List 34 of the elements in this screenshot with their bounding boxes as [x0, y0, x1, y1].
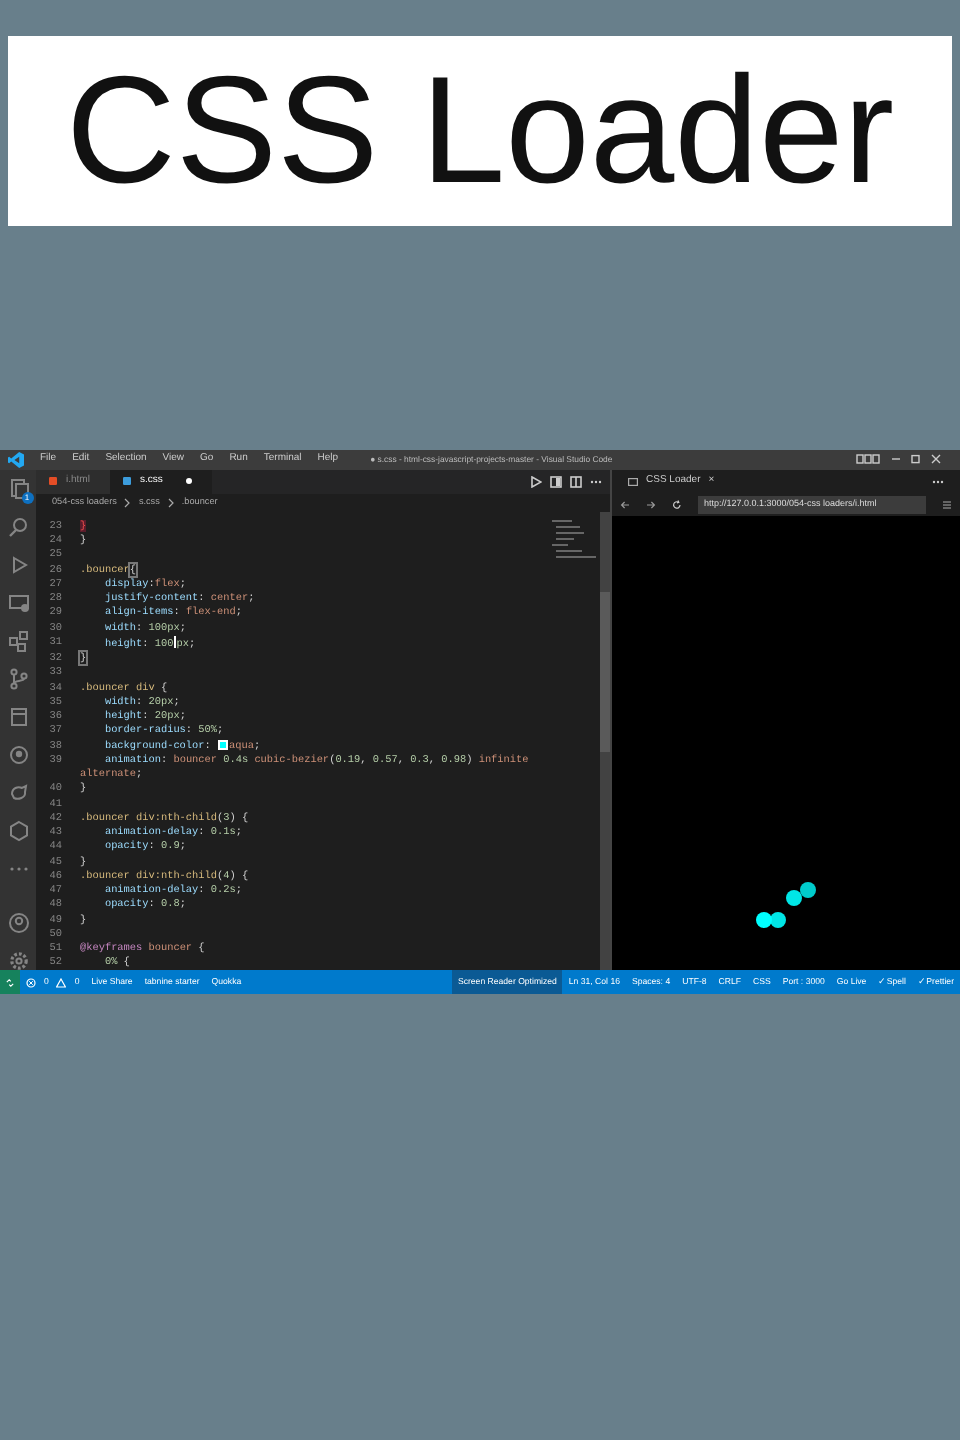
css-file-icon: [121, 476, 132, 487]
forward-icon[interactable]: [646, 499, 656, 510]
settings-icon[interactable]: [7, 949, 29, 972]
window-controls-icon[interactable]: [888, 454, 944, 465]
back-icon[interactable]: [620, 499, 630, 510]
minimap: [552, 519, 596, 560]
app-logo-icon: [8, 451, 24, 468]
files-icon[interactable]: [7, 477, 29, 500]
scrollbar-thumb[interactable]: [600, 591, 610, 752]
remote-icon: [6, 977, 14, 988]
html-file-icon: [48, 476, 58, 487]
split-editor-icon[interactable]: [570, 475, 582, 488]
error-icon: [26, 977, 36, 988]
hexagon-icon[interactable]: [7, 819, 29, 842]
remote-button[interactable]: [0, 970, 20, 994]
run-icon[interactable]: [530, 475, 542, 488]
page-icon: [628, 477, 638, 486]
more-icon[interactable]: [932, 479, 944, 484]
unsaved-dot: [186, 478, 193, 485]
search-icon[interactable]: [7, 515, 29, 538]
reload-icon[interactable]: [672, 499, 682, 510]
warning-icon: [56, 977, 67, 988]
remote-explorer-icon[interactable]: [7, 591, 29, 614]
run-debug-icon[interactable]: [7, 553, 29, 576]
banner-title: CSS Loader: [65, 55, 895, 207]
chevron-icon: [124, 497, 131, 508]
source-control-icon[interactable]: [7, 667, 29, 690]
preview-icon[interactable]: [550, 475, 562, 488]
account-icon[interactable]: [7, 911, 29, 934]
extensions-icon[interactable]: [7, 629, 29, 652]
chevron-icon: [167, 497, 174, 508]
layout-icon[interactable]: [856, 454, 880, 465]
menu-icon[interactable]: [942, 499, 952, 510]
more-icon[interactable]: [590, 479, 602, 484]
